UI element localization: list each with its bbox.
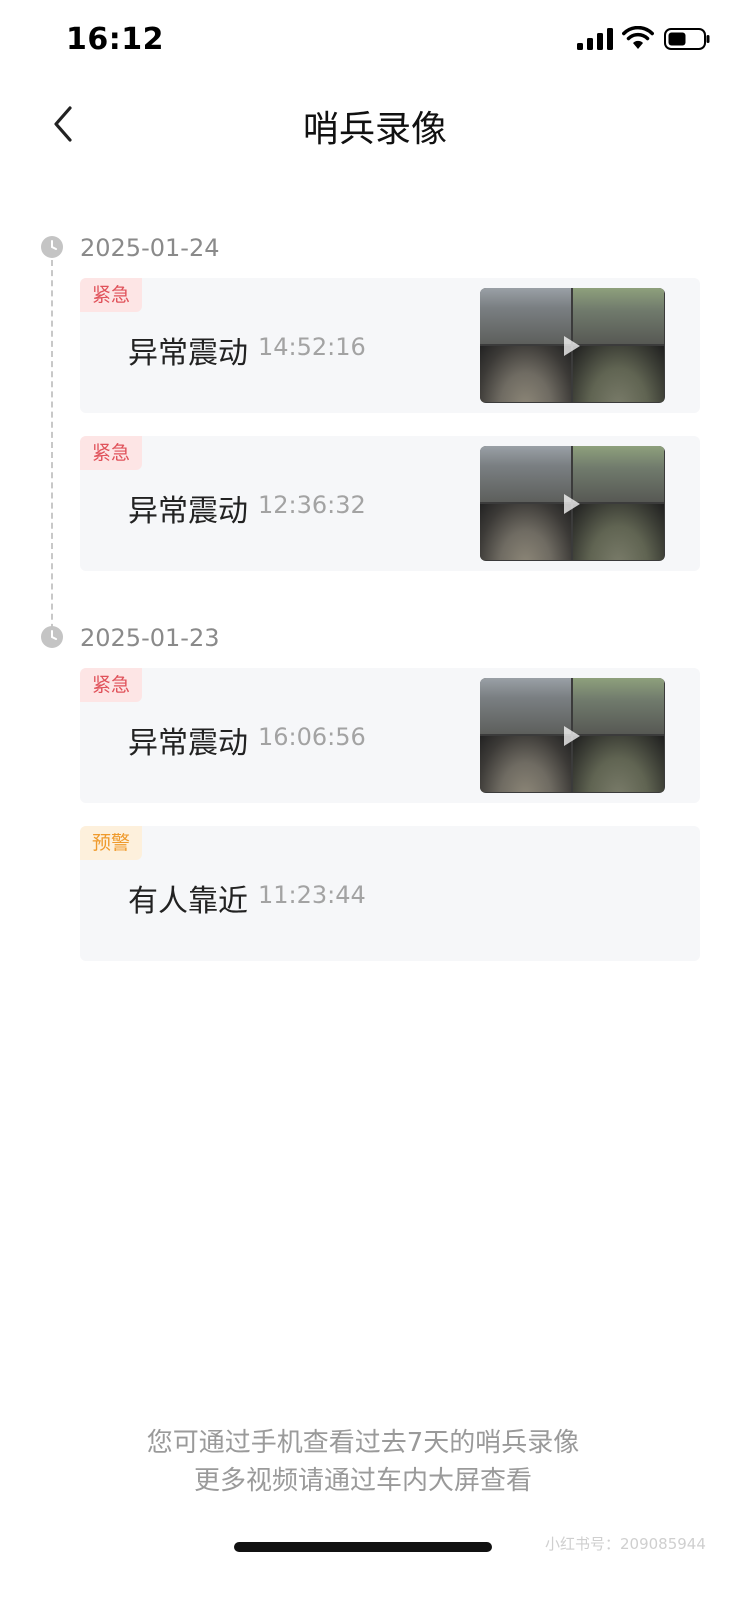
home-indicator[interactable]: [234, 1542, 492, 1552]
event-name: 异常震动: [128, 336, 248, 371]
play-icon: [564, 726, 580, 746]
battery-icon: [664, 28, 710, 50]
camera-view-right: [573, 736, 664, 792]
page-title: 哨兵录像: [302, 109, 447, 150]
camera-view-rear: [573, 288, 664, 344]
footer-note-line2: 更多视频请通过车内大屏查看: [193, 1466, 532, 1496]
camera-view-right: [573, 504, 664, 560]
event-time: 12:36:32: [258, 491, 366, 519]
play-icon: [564, 336, 580, 356]
status-bar: 16:12: [0, 0, 750, 80]
status-time: 16:12: [66, 22, 164, 57]
event-name: 有人靠近: [128, 884, 248, 919]
event-card[interactable]: 紧急 异常震动 16:06:56: [80, 668, 700, 803]
video-thumbnail[interactable]: [480, 288, 665, 403]
play-icon: [564, 494, 580, 514]
video-thumbnail[interactable]: [480, 446, 665, 561]
urgent-tag: 紧急: [80, 436, 143, 470]
urgent-tag: 紧急: [80, 278, 143, 312]
event-time: 14:52:16: [258, 333, 366, 361]
event-time: 16:06:56: [258, 723, 366, 751]
event-name: 异常震动: [128, 726, 248, 761]
event-card[interactable]: 紧急 异常震动 12:36:32: [80, 436, 700, 571]
event-time: 11:23:44: [258, 881, 366, 909]
camera-view-front: [480, 678, 571, 734]
date-label: 2025-01-23: [80, 624, 220, 652]
clock-icon: [41, 626, 63, 648]
camera-view-right: [573, 346, 664, 402]
camera-view-rear: [573, 678, 664, 734]
camera-view-rear: [573, 446, 664, 502]
event-card[interactable]: 紧急 异常震动 14:52:16: [80, 278, 700, 413]
urgent-tag: 紧急: [80, 668, 143, 702]
date-label: 2025-01-24: [80, 234, 220, 262]
cellular-signal-icon: [577, 28, 613, 50]
camera-view-left: [480, 736, 571, 792]
event-card[interactable]: 预警 有人靠近 11:23:44: [80, 826, 700, 961]
clock-icon: [41, 236, 63, 258]
video-thumbnail[interactable]: [480, 678, 665, 793]
camera-view-left: [480, 504, 571, 560]
camera-view-front: [480, 446, 571, 502]
warning-tag: 预警: [80, 826, 143, 860]
event-name: 异常震动: [128, 494, 248, 529]
camera-view-left: [480, 346, 571, 402]
camera-view-front: [480, 288, 571, 344]
footer-note-line1: 您可通过手机查看过去7天的哨兵录像: [146, 1428, 580, 1458]
wifi-icon: [622, 26, 654, 49]
watermark: 小红书号：209085944: [545, 1535, 706, 1553]
timeline-line: [51, 260, 53, 640]
